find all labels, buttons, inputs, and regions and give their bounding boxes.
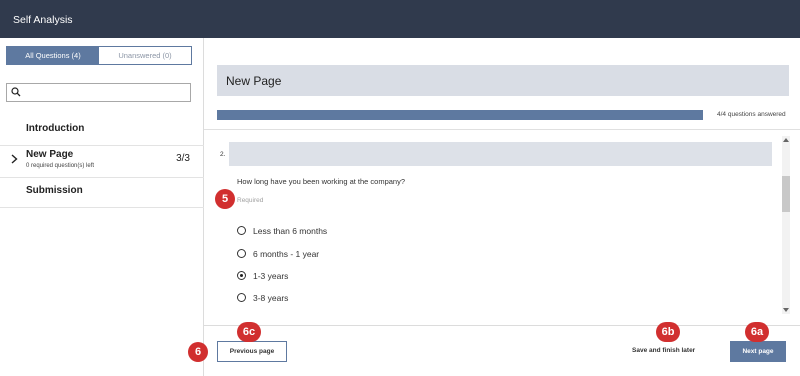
progress-bar [217, 110, 703, 120]
radio-button[interactable] [237, 249, 246, 258]
divider [204, 129, 800, 130]
sidebar-item-new-page[interactable]: New Page 0 required question(s) left 3/3 [0, 146, 204, 178]
sidebar-item-label: Submission [26, 185, 83, 196]
annotation-marker-6a: 6a [745, 322, 769, 342]
previous-page-button[interactable]: Previous page [217, 341, 287, 362]
radio-button[interactable] [237, 271, 246, 280]
search-icon [11, 87, 21, 97]
question-number: 2. [220, 151, 226, 158]
scrollbar[interactable] [782, 136, 790, 314]
sidebar: All Questions (4) Unanswered (0) Introdu… [0, 38, 204, 376]
required-label: Required [237, 197, 264, 204]
sidebar-item-count: 3/3 [176, 153, 190, 164]
main-content: New Page 4/4 questions answered 2. How l… [204, 38, 800, 376]
scroll-down-arrow-icon[interactable] [783, 308, 789, 312]
scroll-up-arrow-icon[interactable] [783, 138, 789, 142]
page-header: New Page [217, 65, 789, 96]
question-filter-tabs: All Questions (4) Unanswered (0) [6, 46, 192, 65]
sidebar-item-submission[interactable]: Submission [0, 178, 204, 208]
scrollbar-thumb[interactable] [782, 176, 790, 212]
option-label: Less than 6 months [253, 226, 328, 236]
radio-button[interactable] [237, 293, 246, 302]
tab-unanswered[interactable]: Unanswered (0) [99, 47, 191, 64]
question-text: How long have you been working at the co… [237, 177, 406, 186]
option-label: 1-3 years [253, 271, 289, 281]
radio-button[interactable] [237, 226, 246, 235]
sidebar-item-introduction[interactable]: Introduction [0, 110, 204, 146]
question-header-band [229, 142, 772, 166]
search-input[interactable] [6, 83, 191, 102]
chevron-right-icon [11, 154, 18, 164]
app-title: Self Analysis [13, 14, 73, 26]
page-title: New Page [226, 74, 282, 88]
option-label: 6 months - 1 year [253, 249, 320, 259]
progress-text: 4/4 questions answered [717, 111, 786, 118]
sidebar-item-label: Introduction [26, 123, 85, 134]
sidebar-item-subtext: 0 required question(s) left [26, 163, 95, 169]
annotation-marker-5: 5 [215, 189, 235, 209]
footer-divider [204, 325, 800, 326]
save-and-finish-later-button[interactable]: Save and finish later [632, 347, 695, 354]
annotation-marker-6c: 6c [237, 322, 261, 342]
next-page-button[interactable]: Next page [730, 341, 786, 362]
sidebar-item-label: New Page [26, 149, 74, 160]
annotation-marker-6b: 6b [656, 322, 680, 342]
option-label: 3-8 years [253, 293, 289, 303]
annotation-marker-6: 6 [188, 342, 208, 362]
tab-all-questions[interactable]: All Questions (4) [7, 47, 99, 64]
app-header: Self Analysis [0, 0, 800, 38]
